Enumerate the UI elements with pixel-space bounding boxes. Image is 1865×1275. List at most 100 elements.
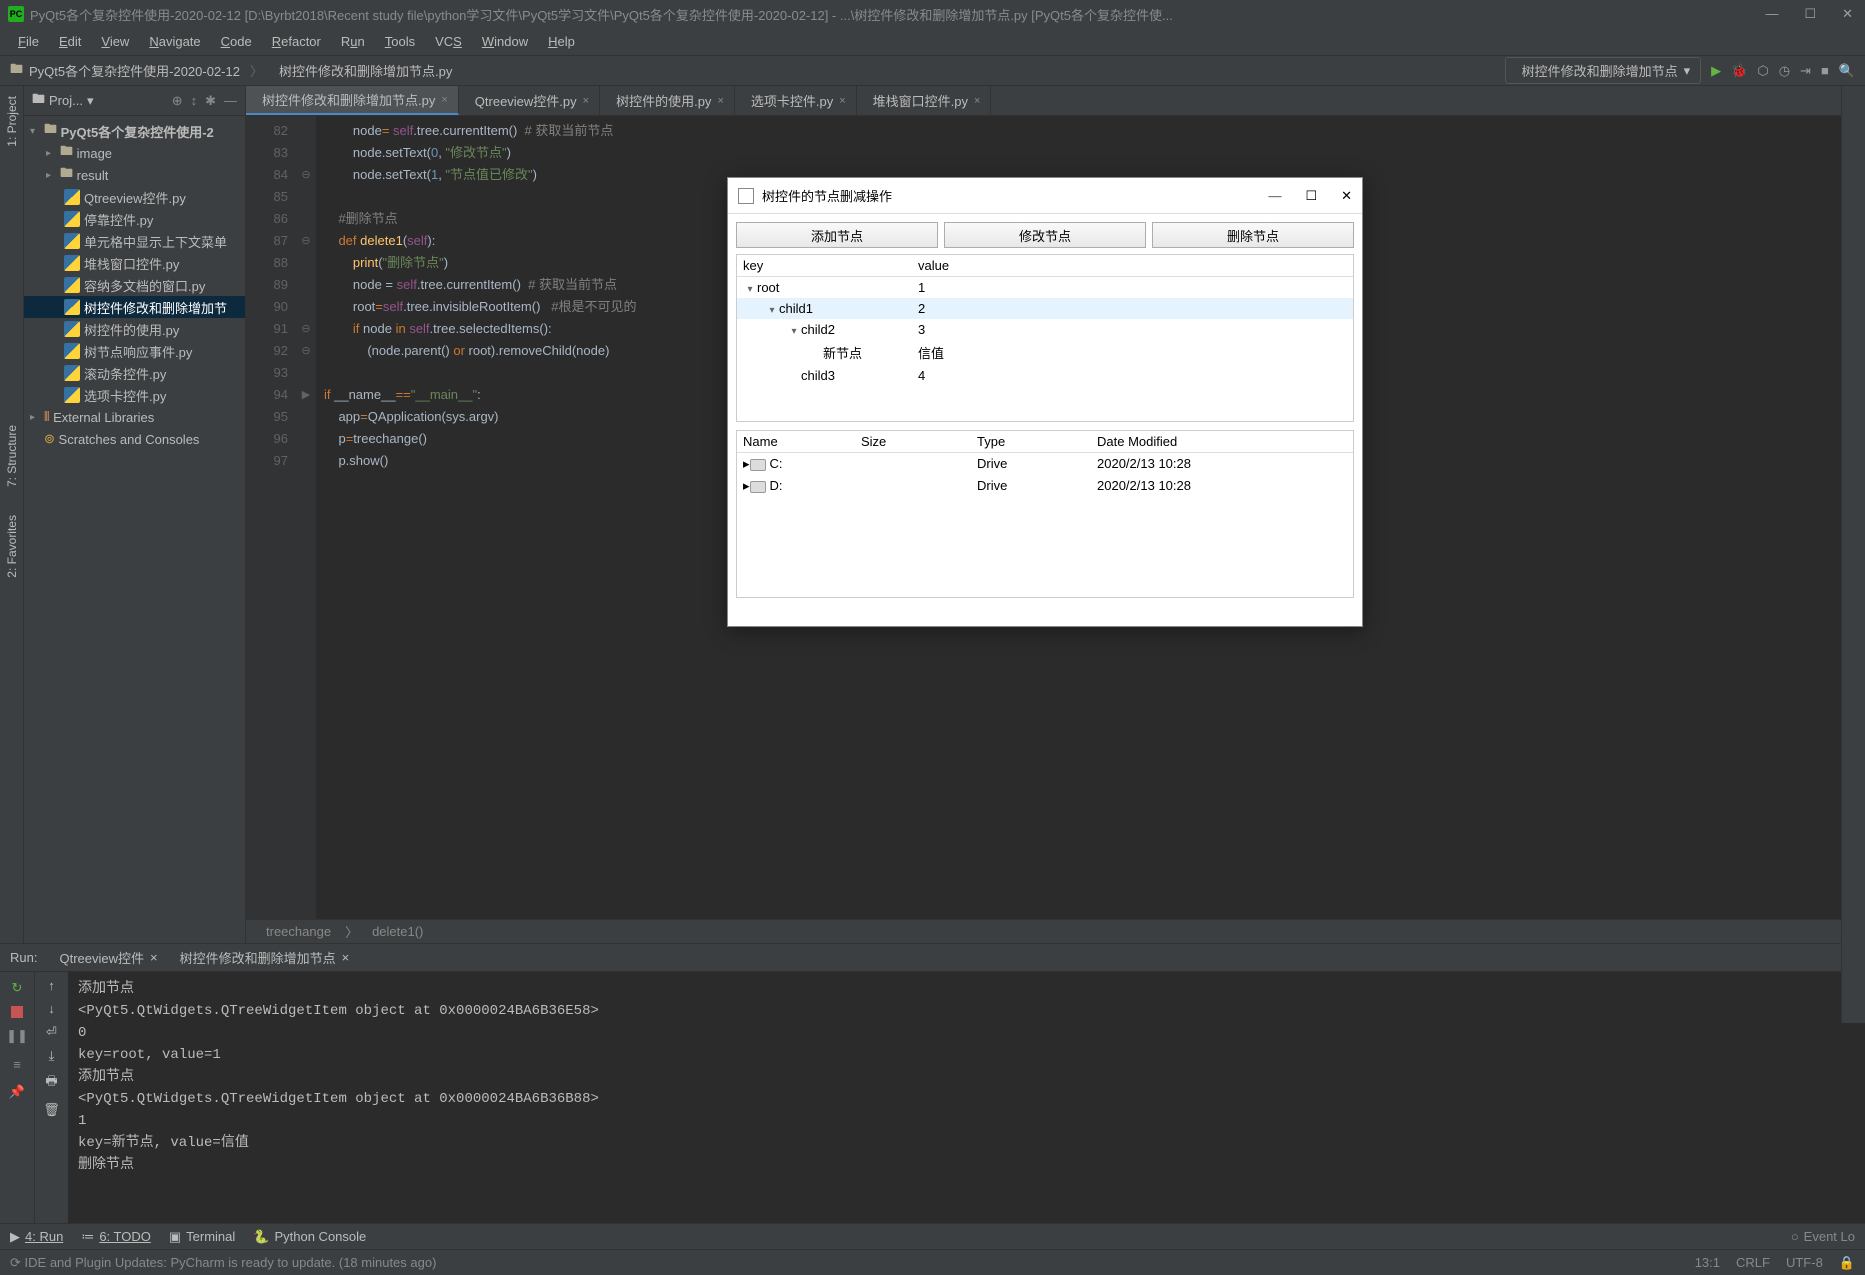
qt-filesystem-view[interactable]: Name Size Type Date Modified ▸C:Drive202… (736, 430, 1354, 598)
clear-button[interactable]: 🗑 (43, 1102, 60, 1118)
project-folder[interactable]: ▸🖿 image (24, 142, 245, 164)
line-separator[interactable]: CRLF (1736, 1255, 1770, 1270)
todo-tool-button[interactable]: ≔ 6: TODO (81, 1229, 151, 1245)
project-file[interactable]: Qtreeview控件.py (24, 186, 245, 208)
run-config-selector[interactable]: 树控件修改和删除增加节点 ▾ (1505, 57, 1702, 84)
search-everywhere-button[interactable]: 🔍 (1839, 63, 1855, 79)
project-file[interactable]: 树控件修改和删除增加节 (24, 296, 245, 318)
qt-tree-header-value[interactable]: value (912, 255, 1353, 276)
menu-window[interactable]: Window (472, 34, 538, 49)
run-tab-2[interactable]: 树控件修改和删除增加节点 × (174, 948, 350, 967)
run-coverage-button[interactable]: ⬡ (1757, 63, 1768, 79)
qt-tree-item[interactable]: child34 (737, 365, 1353, 386)
qt-tree-item[interactable]: ▾root1 (737, 277, 1353, 298)
close-tab-icon[interactable]: × (441, 94, 447, 106)
project-file[interactable]: 树节点响应事件.py (24, 340, 245, 362)
project-file[interactable]: 树控件的使用.py (24, 318, 245, 340)
close-tab-icon[interactable]: × (717, 95, 723, 107)
menu-refactor[interactable]: Refactor (262, 34, 331, 49)
project-file[interactable]: 选项卡控件.py (24, 384, 245, 406)
menu-file[interactable]: File (8, 34, 49, 49)
encoding[interactable]: UTF-8 (1786, 1255, 1823, 1270)
close-tab-icon[interactable]: × (839, 95, 845, 107)
qt-fs-header-name[interactable]: Name (737, 431, 855, 452)
update-notification-icon[interactable]: ⟳ (10, 1255, 21, 1271)
project-file[interactable]: 容纳多文档的窗口.py (24, 274, 245, 296)
run-tab-1[interactable]: Qtreeview控件 × (53, 948, 157, 967)
editor-tab[interactable]: 选项卡控件.py× (735, 86, 857, 115)
scratches[interactable]: ⊚ Scratches and Consoles (24, 428, 245, 450)
qt-tree-widget[interactable]: key value ▾root1▾child12▾child23新节点信值chi… (736, 254, 1354, 422)
menu-code[interactable]: Code (211, 34, 262, 49)
project-tree[interactable]: ▾🖿 PyQt5各个复杂控件使用-2▸🖿 image▸🖿 resultQtree… (24, 116, 245, 454)
qt-close-button[interactable]: ✕ (1341, 188, 1352, 204)
close-tab-icon[interactable]: × (974, 95, 980, 107)
scroll-end-button[interactable]: ⤓ (49, 1048, 55, 1064)
qt-fs-row[interactable]: ▸D:Drive2020/2/13 10:28 (737, 475, 1353, 497)
editor-tab[interactable]: 树控件修改和删除增加节点.py× (246, 86, 459, 115)
event-log-button[interactable]: ○ Event Lo (1791, 1229, 1855, 1244)
breadcrumb-class[interactable]: treechange (266, 924, 331, 939)
fold-gutter[interactable]: ⊖⊖⊖⊖▶ (296, 116, 316, 919)
qt-tree-item[interactable]: ▾child12 (737, 298, 1353, 319)
rerun-button[interactable]: ↻ (7, 978, 27, 998)
editor-tab[interactable]: 树控件的使用.py× (600, 86, 735, 115)
down-button[interactable]: ↓ (48, 1001, 55, 1016)
up-button[interactable]: ↑ (48, 978, 55, 993)
qt-minimize-button[interactable]: — (1268, 188, 1281, 204)
console-output[interactable]: 添加节点 <PyQt5.QtWidgets.QTreeWidgetItem ob… (68, 972, 1865, 1223)
minimize-button[interactable]: — (1761, 6, 1782, 22)
project-root[interactable]: ▾🖿 PyQt5各个复杂控件使用-2 (24, 120, 245, 142)
terminal-tool-button[interactable]: ▣ Terminal (169, 1229, 235, 1245)
debug-button[interactable]: 🐞 (1731, 63, 1747, 79)
hide-icon[interactable]: — (224, 93, 237, 109)
breadcrumb-folder[interactable]: PyQt5各个复杂控件使用-2020-02-12 (29, 61, 240, 80)
qt-tree-item[interactable]: ▾child23 (737, 319, 1353, 340)
qt-modify-button[interactable]: 修改节点 (944, 222, 1146, 248)
locate-icon[interactable]: ⊕ (172, 93, 183, 109)
qt-tree-item[interactable]: 新节点信值 (737, 340, 1353, 365)
expand-icon[interactable]: ↕ (191, 93, 198, 109)
structure-tool-button[interactable]: 7: Structure (5, 421, 19, 491)
pause-button[interactable]: ❚❚ (7, 1026, 27, 1046)
run-tool-button[interactable]: ▶ 4: Run (10, 1229, 63, 1245)
dump-button[interactable]: ≡ (7, 1054, 27, 1074)
qt-delete-button[interactable]: 删除节点 (1152, 222, 1354, 248)
python-console-button[interactable]: 🐍 Python Console (253, 1229, 366, 1245)
maximize-button[interactable]: ☐ (1800, 6, 1820, 22)
readonly-icon[interactable]: 🔒 (1839, 1255, 1855, 1271)
stop-run-button[interactable] (11, 1006, 23, 1018)
qt-titlebar[interactable]: 树控件的节点删减操作 — ☐ ✕ (728, 178, 1362, 214)
qt-fs-header-type[interactable]: Type (971, 431, 1091, 452)
attach-button[interactable]: ⇥ (1800, 63, 1811, 79)
breadcrumb-file[interactable]: 树控件修改和删除增加节点.py (279, 61, 452, 80)
menu-vcs[interactable]: VCS (425, 34, 472, 49)
project-folder[interactable]: ▸🖿 result (24, 164, 245, 186)
editor-tab[interactable]: 堆栈窗口控件.py× (857, 86, 992, 115)
print-button[interactable]: 🖶 (45, 1072, 57, 1094)
menu-tools[interactable]: Tools (375, 34, 425, 49)
caret-position[interactable]: 13:1 (1695, 1255, 1720, 1270)
project-file[interactable]: 堆栈窗口控件.py (24, 252, 245, 274)
run-button[interactable]: ▶ (1711, 63, 1721, 79)
stop-button[interactable]: ■ (1821, 63, 1829, 78)
qt-maximize-button[interactable]: ☐ (1305, 188, 1317, 204)
external-libraries[interactable]: ▸⫴ External Libraries (24, 406, 245, 428)
menu-run[interactable]: Run (331, 34, 375, 49)
qt-fs-header-size[interactable]: Size (855, 431, 971, 452)
breadcrumb-function[interactable]: delete1() (372, 924, 423, 939)
close-button[interactable]: ✕ (1838, 6, 1857, 22)
editor-tab[interactable]: Qtreeview控件.py× (459, 86, 600, 115)
qt-fs-header-date[interactable]: Date Modified (1091, 431, 1353, 452)
close-tab-icon[interactable]: × (583, 95, 589, 107)
settings-icon[interactable]: ✱ (205, 93, 216, 109)
soft-wrap-button[interactable]: ⏎ (46, 1024, 57, 1040)
qt-add-button[interactable]: 添加节点 (736, 222, 938, 248)
menu-edit[interactable]: Edit (49, 34, 91, 49)
qt-fs-row[interactable]: ▸C:Drive2020/2/13 10:28 (737, 453, 1353, 475)
menu-help[interactable]: Help (538, 34, 585, 49)
menu-view[interactable]: View (91, 34, 139, 49)
qt-tree-header-key[interactable]: key (737, 255, 912, 276)
project-panel-title[interactable]: 🖿 Proj... ▾ (32, 90, 94, 112)
favorites-tool-button[interactable]: 2: Favorites (5, 511, 19, 582)
